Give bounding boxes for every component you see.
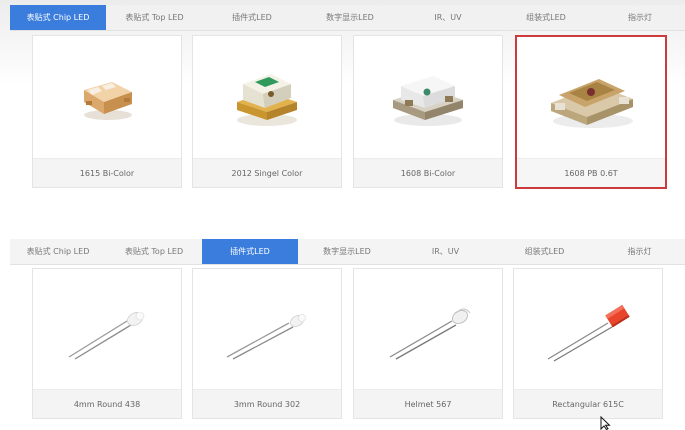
chip-led-amber-icon bbox=[517, 37, 665, 161]
product-card[interactable]: Rectangular 615C bbox=[513, 268, 663, 419]
tab-indicator[interactable]: 指示灯 bbox=[595, 5, 685, 30]
tab-assembled-led[interactable]: 组装式LED bbox=[497, 5, 595, 30]
category-tabs-top: 表贴式 Chip LED 表贴式 Top LED 插件式LED 数字显示LED … bbox=[10, 5, 685, 31]
tab-indicator[interactable]: 指示灯 bbox=[594, 239, 685, 264]
round-led-clear-icon bbox=[193, 269, 341, 393]
tab-ir-uv[interactable]: IR、UV bbox=[396, 239, 495, 264]
product-card[interactable]: Helmet 567 bbox=[353, 268, 503, 419]
product-name[interactable]: 1615 Bi-Color bbox=[33, 158, 181, 187]
tab-chip-led[interactable]: 表贴式 Chip LED bbox=[10, 5, 106, 30]
product-card[interactable]: 2012 Singel Color bbox=[192, 35, 342, 188]
category-tabs-bottom: 表贴式 Chip LED 表贴式 Top LED 插件式LED 数字显示LED … bbox=[10, 239, 685, 265]
tab-ir-uv[interactable]: IR、UV bbox=[399, 5, 497, 30]
product-name[interactable]: 1608 PB 0.6T bbox=[517, 158, 665, 187]
helmet-led-icon bbox=[354, 269, 502, 393]
tab-digit-display-led[interactable]: 数字显示LED bbox=[301, 5, 399, 30]
product-card[interactable]: 1615 Bi-Color bbox=[32, 35, 182, 188]
product-name[interactable]: 2012 Singel Color bbox=[193, 158, 341, 187]
tab-chip-led[interactable]: 表贴式 Chip LED bbox=[10, 239, 106, 264]
rectangular-led-red-icon bbox=[514, 269, 662, 393]
product-card[interactable]: 3mm Round 302 bbox=[192, 268, 342, 419]
chip-led-bicolor-icon bbox=[33, 36, 181, 160]
round-led-clear-icon bbox=[33, 269, 181, 393]
mouse-cursor-icon bbox=[600, 416, 611, 430]
tab-through-hole-led[interactable]: 插件式LED bbox=[202, 239, 298, 264]
product-name[interactable]: 1608 Bi-Color bbox=[354, 158, 502, 187]
product-card[interactable]: 4mm Round 438 bbox=[32, 268, 182, 419]
tab-digit-display-led[interactable]: 数字显示LED bbox=[298, 239, 396, 264]
tab-assembled-led[interactable]: 组装式LED bbox=[495, 239, 594, 264]
product-name[interactable]: 3mm Round 302 bbox=[193, 389, 341, 418]
tab-top-led[interactable]: 表贴式 Top LED bbox=[106, 239, 202, 264]
chip-led-green-icon bbox=[193, 36, 341, 160]
product-card-selected[interactable]: 1608 PB 0.6T bbox=[515, 35, 667, 189]
product-name[interactable]: Helmet 567 bbox=[354, 389, 502, 418]
tab-through-hole-led[interactable]: 插件式LED bbox=[203, 5, 301, 30]
chip-led-clear-icon bbox=[354, 36, 502, 160]
product-name[interactable]: 4mm Round 438 bbox=[33, 389, 181, 418]
product-name[interactable]: Rectangular 615C bbox=[514, 389, 662, 418]
tab-top-led[interactable]: 表贴式 Top LED bbox=[106, 5, 203, 30]
product-card[interactable]: 1608 Bi-Color bbox=[353, 35, 503, 188]
